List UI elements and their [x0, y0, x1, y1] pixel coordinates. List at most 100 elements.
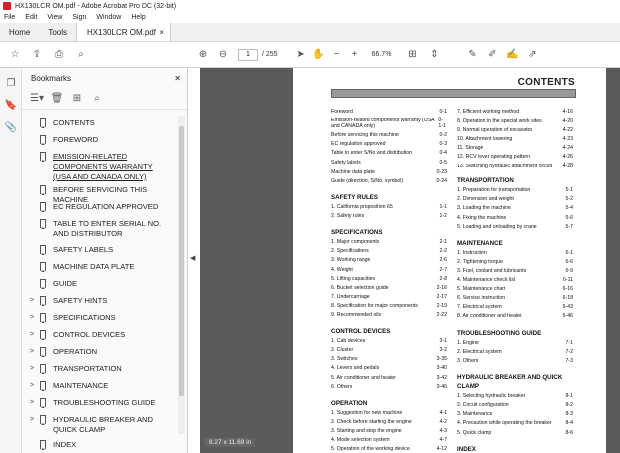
toc-entry[interactable]: 1. Suggestion for new machine 4-1 — [331, 409, 447, 418]
chevron-right-icon[interactable]: > — [30, 313, 34, 323]
bookmark-item[interactable]: INDEX — [22, 440, 172, 450]
toc-entry[interactable]: 1. Cab devices 3-1 — [331, 337, 447, 346]
bookmark-item[interactable]: > CONTROL DEVICES — [22, 330, 172, 340]
page-up-icon[interactable]: ⊕ — [196, 48, 210, 62]
toc-entry[interactable]: 1. Selecting hydraulic breaker 8-1 — [457, 392, 573, 401]
bookmark-item[interactable]: > MAINTENANCE — [22, 381, 172, 391]
toc-entry[interactable]: 1. Preparation for transportation 5-1 — [457, 186, 573, 195]
toc-entry[interactable]: 5. Air conditioner and heater 3-42 — [331, 374, 447, 383]
toc-entry[interactable]: 4. Levers and pedals 3-40 — [331, 364, 447, 373]
toc-entry[interactable]: EC regulation approved 0-3 — [331, 140, 447, 149]
bookmark-item[interactable]: SAFETY LABELS — [22, 245, 172, 255]
upload-icon[interactable]: ⇪ — [30, 48, 44, 62]
hand-icon[interactable]: ✋ — [312, 48, 326, 62]
page-down-icon[interactable]: ⊖ — [216, 48, 230, 62]
toc-entry[interactable]: 1. Major components 2-1 — [331, 238, 447, 247]
toc-entry[interactable]: 2. Electrical system 7-2 — [457, 348, 573, 357]
toc-entry[interactable]: Guide (direction, S/No, symbol) 0-24 — [331, 177, 447, 186]
toc-entry[interactable]: 3. Starting and stop the engine 4-3 — [331, 427, 447, 436]
toc-entry[interactable]: 8. Specification for major components 2-1… — [331, 302, 447, 311]
share-icon[interactable]: ⇗ — [525, 48, 539, 62]
chevron-right-icon[interactable]: > — [30, 415, 34, 425]
toc-entry[interactable]: 2. Tightening torque 6-6 — [457, 258, 573, 267]
options-menu-icon[interactable]: ☰▾ — [30, 92, 44, 106]
select-cursor-icon[interactable]: ➤ — [294, 48, 308, 62]
toc-entry[interactable]: 8. Air conditioner and heater 6-46 — [457, 312, 573, 321]
bookmark-item[interactable]: > SAFETY HINTS — [22, 296, 172, 306]
chevron-right-icon[interactable]: > — [30, 381, 34, 391]
toc-entry[interactable]: 5. Lifting capacities 2-8 — [331, 275, 447, 284]
toc-entry[interactable]: 8. Operation in the special work sites 4-… — [457, 117, 573, 126]
page-number-input[interactable]: 1 — [238, 48, 258, 61]
comment-icon[interactable]: ✎ — [465, 48, 479, 62]
toc-entry[interactable]: 7. Undercarriage 2-17 — [331, 293, 447, 302]
toc-entry[interactable]: 3. Loading the machine 5-4 — [457, 204, 573, 213]
toc-entry[interactable]: 2. Circuit configuration 8-2 — [457, 401, 573, 410]
toc-entry[interactable]: Emission-related components warranty (US… — [331, 117, 447, 129]
search-icon[interactable]: ⌕ — [74, 48, 88, 62]
menu-window[interactable]: Window — [96, 14, 121, 21]
toc-entry[interactable]: 4. Weight 2-7 — [331, 266, 447, 275]
find-bookmark-icon[interactable]: ⌕ — [90, 92, 104, 106]
bookmarks-scrollbar[interactable] — [178, 116, 185, 434]
toc-entry[interactable]: 6. Bucket selection guide 2-16 — [331, 284, 447, 293]
new-bookmark-icon[interactable]: ⊞ — [70, 92, 84, 106]
toc-entry[interactable]: 9. Normal operation of excavator 4-22 — [457, 126, 573, 135]
close-panel-icon[interactable]: ✕ — [174, 74, 181, 83]
tab-tools[interactable]: Tools — [39, 23, 76, 41]
scrollbar-thumb[interactable] — [179, 126, 184, 396]
toc-entry[interactable]: 2. Cluster 3-2 — [331, 346, 447, 355]
zoom-in-icon[interactable]: + — [348, 48, 362, 62]
star-icon[interactable]: ☆ — [8, 48, 22, 62]
bookmark-item[interactable]: FOREWORD — [22, 135, 172, 145]
bookmark-icon[interactable]: 🔖 — [4, 98, 18, 112]
pdf-page[interactable]: CONTENTS Foreword 0-1 Emission-related com… — [293, 68, 606, 453]
toc-entry[interactable]: 10. Attachment lowering 4-23 — [457, 135, 573, 144]
bookmark-item[interactable]: CONTENTS — [22, 118, 172, 128]
bookmark-item[interactable]: EMISSION-RELATED COMPONENTS WARRANTY (US… — [22, 152, 172, 182]
close-icon[interactable]: × — [159, 28, 164, 37]
toc-entry[interactable]: 4. Precaution while operating the breake… — [457, 419, 573, 428]
toc-entry[interactable]: 11. Storage 4-24 — [457, 144, 573, 153]
bookmark-item[interactable]: > HYDRAULIC BREAKER AND QUICK CLAMP — [22, 415, 172, 435]
toc-entry[interactable]: 5. Loading and unloading by crane 5-7 — [457, 223, 573, 232]
toc-entry[interactable]: Machine data plate 0-23 — [331, 168, 447, 177]
toc-entry[interactable]: 3. Fuel, coolant and lubricants 6-9 — [457, 267, 573, 276]
menu-edit[interactable]: Edit — [25, 14, 37, 21]
toc-entry[interactable]: 1. Instruction 6-1 — [457, 249, 573, 258]
toc-entry[interactable]: 6. Service instruction 6-18 — [457, 294, 573, 303]
bookmark-item[interactable]: > TRANSPORTATION — [22, 364, 172, 374]
toc-entry[interactable]: 1. Engine 7-1 — [457, 339, 573, 348]
print-icon[interactable]: ⎙ — [52, 48, 66, 62]
bookmark-item[interactable]: EC REGULATION APPROVED — [22, 202, 172, 212]
bookmark-item[interactable]: GUIDE — [22, 279, 172, 289]
chevron-right-icon[interactable]: > — [30, 330, 34, 340]
toc-entry[interactable]: 1. California proposition 65 1-1 — [331, 203, 447, 212]
bookmark-item[interactable]: > TROUBLESHOOTING GUIDE — [22, 398, 172, 408]
toc-entry[interactable]: 2. Safety rules 1-2 — [331, 212, 447, 221]
bookmark-item[interactable]: TABLE TO ENTER SERIAL NO. AND DISTRIBUTO… — [22, 219, 172, 239]
toc-entry[interactable]: 2. Specifications 2-2 — [331, 247, 447, 256]
toc-entry[interactable]: 5. Operation of the working device 4-12 — [331, 445, 447, 453]
toc-entry[interactable]: 4. Maintenance check list 6-11 — [457, 276, 573, 285]
scroll-mode-icon[interactable]: ⇕ — [427, 48, 441, 62]
toc-entry[interactable]: 3. Others 7-3 — [457, 357, 573, 366]
chevron-right-icon[interactable]: > — [30, 347, 34, 357]
toc-entry[interactable]: Safety labels 0-5 — [331, 159, 447, 168]
toc-entry[interactable]: 4. Mode selection system 4-7 — [331, 436, 447, 445]
highlight-icon[interactable]: ✐ — [485, 48, 499, 62]
toc-entry[interactable]: 2. Check before starting the engine 4-2 — [331, 418, 447, 427]
bookmark-item[interactable]: > OPERATION — [22, 347, 172, 357]
toc-entry[interactable]: 7. Efficient working method 4-16 — [457, 108, 573, 117]
toc-entry[interactable]: 5. Quick clamp 8-6 — [457, 429, 573, 438]
toc-entry[interactable]: 2. Dimension and weight 5-2 — [457, 195, 573, 204]
toc-entry[interactable]: 5. Maintenance chart 6-16 — [457, 285, 573, 294]
bookmark-item[interactable]: > SPECIFICATIONS — [22, 313, 172, 323]
chevron-right-icon[interactable]: > — [30, 398, 34, 408]
toc-entry[interactable]: 3. Maintenance 8-3 — [457, 410, 573, 419]
tab-document[interactable]: HX130LCR OM.pdf × — [76, 23, 172, 41]
fit-page-icon[interactable]: ⊞ — [405, 48, 419, 62]
attachment-icon[interactable]: 📎 — [4, 120, 18, 134]
toc-entry[interactable]: 9. Recommended oils 2-22 — [331, 311, 447, 320]
sign-icon[interactable]: ✍ — [505, 48, 519, 62]
